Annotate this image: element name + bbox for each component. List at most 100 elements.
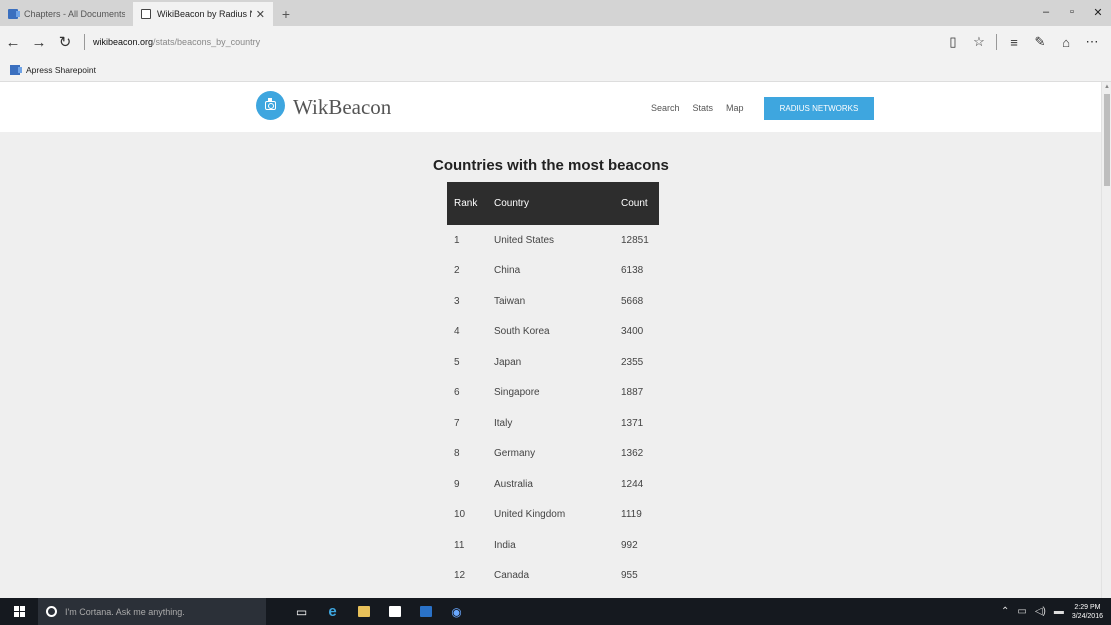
rank-cell: 4	[454, 326, 460, 338]
address-bar[interactable]: wikibeacon.org/stats/beacons_by_country	[93, 37, 940, 47]
country-cell: Australia	[494, 478, 533, 490]
countries-table: Rank Country Count 1 United States 12851 2…	[447, 182, 659, 591]
task-view-icon[interactable]: ▭	[286, 598, 317, 625]
header-count: Count	[621, 198, 648, 209]
count-cell: 3400	[621, 326, 644, 338]
volume-icon[interactable]: ◁)	[1035, 606, 1046, 617]
favorite-apress-sharepoint[interactable]: Apress Sharepoint	[26, 65, 96, 75]
count-cell: 992	[621, 539, 638, 551]
scroll-up-icon[interactable]: ▲	[1104, 84, 1110, 90]
back-button[interactable]: ←	[0, 28, 26, 56]
outlook-icon[interactable]	[410, 598, 441, 625]
page-icon	[141, 9, 151, 19]
tab-label: Chapters - All Documents	[24, 9, 125, 19]
clock-time: 2:29 PM	[1074, 603, 1101, 611]
divider	[84, 34, 85, 50]
count-cell: 1119	[621, 509, 642, 521]
top-nav: Search Stats Map	[651, 103, 744, 113]
country-cell: Taiwan	[494, 295, 526, 307]
tab-label: WikiBeacon by Radius N	[157, 9, 252, 19]
rank-cell: 9	[454, 478, 460, 490]
new-tab-button[interactable]: +	[273, 2, 299, 26]
country-cell: Germany	[494, 448, 536, 460]
nav-search[interactable]: Search	[651, 103, 680, 113]
tab-wikibeacon[interactable]: WikiBeacon by Radius N ✕	[133, 2, 273, 26]
restore-button[interactable]: ▫	[1059, 0, 1085, 24]
web-note-icon[interactable]: ✎	[1027, 29, 1053, 55]
hub-icon[interactable]: ≡	[1001, 29, 1027, 55]
clock-date: 3/24/2016	[1071, 612, 1103, 620]
start-button[interactable]	[0, 598, 38, 625]
address-domain: wikibeacon.org	[93, 37, 154, 47]
site-logo-text[interactable]: WikBeacon	[293, 95, 391, 120]
taskbar-apps: ▭ e ◉	[286, 598, 472, 625]
wikibeacon-logo-icon[interactable]	[256, 91, 285, 120]
header-rank: Rank	[454, 198, 478, 209]
share-icon[interactable]: ⌂	[1053, 29, 1079, 55]
table-row: 6 Singapore 1887	[447, 378, 659, 409]
clock[interactable]: 2:29 PM 3/24/2016	[1072, 603, 1103, 621]
edge-icon[interactable]: e	[317, 598, 348, 625]
nav-map[interactable]: Map	[726, 103, 744, 113]
cortana-placeholder: I'm Cortana. Ask me anything.	[65, 606, 185, 617]
rank-cell: 6	[454, 387, 460, 399]
tab-bar: Chapters - All Documents WikiBeacon by R…	[0, 0, 1111, 26]
favorite-star-icon[interactable]: ☆	[966, 29, 992, 55]
tab-chapters[interactable]: Chapters - All Documents	[0, 2, 133, 26]
table-row: 1 United States 12851	[447, 225, 659, 256]
window-controls: – ▫ ✕	[1033, 0, 1111, 24]
rank-cell: 5	[454, 356, 460, 368]
system-tray: ⌃ ▭ ◁) ▬ 2:29 PM 3/24/2016	[1001, 598, 1103, 625]
camera-icon	[265, 98, 276, 110]
file-explorer-icon[interactable]	[348, 598, 379, 625]
site-header: WikBeacon Search Stats Map RADIUS NETWOR…	[0, 82, 1101, 132]
app-icon[interactable]: ◉	[441, 598, 472, 625]
count-cell: 1371	[621, 417, 644, 429]
cortana-search-box[interactable]: I'm Cortana. Ask me anything.	[38, 598, 266, 625]
country-cell: United Kingdom	[494, 509, 566, 521]
minimize-button[interactable]: –	[1033, 0, 1059, 24]
nav-stats[interactable]: Stats	[693, 103, 714, 113]
notification-icon[interactable]: ▬	[1054, 606, 1064, 617]
rank-cell: 11	[454, 539, 465, 551]
store-icon[interactable]	[379, 598, 410, 625]
scroll-thumb[interactable]	[1104, 94, 1110, 186]
header-country: Country	[494, 198, 530, 209]
taskbar: I'm Cortana. Ask me anything. ▭ e ◉ ⌃ ▭ …	[0, 598, 1111, 625]
table-row: 11 India 992	[447, 530, 659, 561]
rank-cell: 3	[454, 295, 460, 307]
country-cell: India	[494, 539, 516, 551]
count-cell: 955	[621, 570, 638, 582]
network-icon[interactable]: ▭	[1017, 606, 1026, 617]
rank-cell: 10	[454, 509, 466, 521]
table-row: 12 Canada 955	[447, 561, 659, 592]
close-button[interactable]: ✕	[1085, 0, 1111, 24]
table-row: 9 Australia 1244	[447, 469, 659, 500]
count-cell: 2355	[621, 356, 644, 368]
tab-close-icon[interactable]: ✕	[256, 8, 265, 21]
refresh-button[interactable]: ↻	[52, 28, 78, 56]
country-cell: Singapore	[494, 387, 540, 399]
count-cell: 12851	[621, 234, 649, 246]
favorites-bar: Apress Sharepoint	[0, 58, 1111, 82]
table-row: 8 Germany 1362	[447, 439, 659, 470]
windows-icon	[13, 606, 25, 617]
rank-cell: 1	[454, 234, 460, 246]
table-row: 4 South Korea 3400	[447, 317, 659, 348]
radius-networks-button[interactable]: RADIUS NETWORKS	[764, 97, 874, 120]
reading-view-icon[interactable]: ▯	[940, 29, 966, 55]
country-cell: South Korea	[494, 326, 550, 338]
toolbar-right: ▯ ☆ ≡ ✎ ⌂ ⋯	[940, 29, 1105, 55]
forward-button[interactable]: →	[26, 28, 52, 56]
chevron-up-icon[interactable]: ⌃	[1001, 606, 1009, 617]
table-row: 5 Japan 2355	[447, 347, 659, 378]
country-cell: Canada	[494, 570, 530, 582]
sharepoint-icon	[10, 64, 22, 75]
rank-cell: 8	[454, 448, 460, 460]
rank-cell: 12	[454, 570, 466, 582]
rank-cell: 7	[454, 417, 460, 429]
divider	[996, 34, 997, 50]
more-icon[interactable]: ⋯	[1079, 29, 1105, 55]
rank-cell: 2	[454, 265, 460, 277]
page-scrollbar[interactable]: ▲	[1101, 82, 1111, 598]
